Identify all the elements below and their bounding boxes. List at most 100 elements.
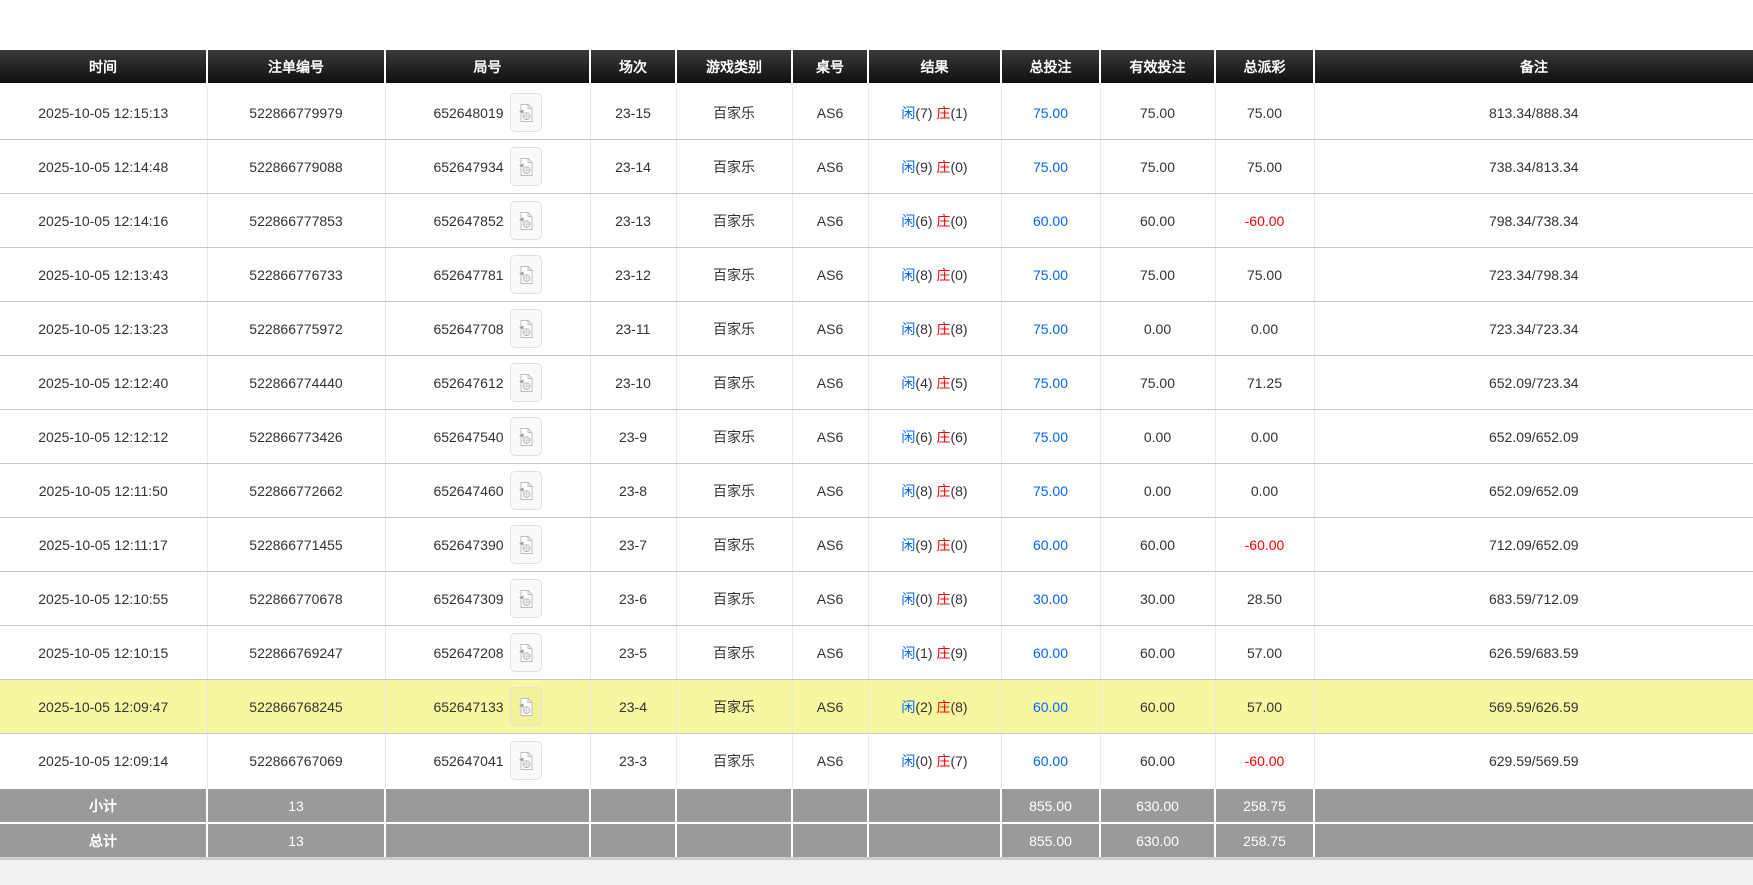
video-replay-button[interactable] [510, 741, 542, 780]
table-row[interactable]: 2025-10-05 12:11:17 522866771455 6526473… [0, 518, 1753, 572]
cell-valid-bet: 75.00 [1100, 356, 1215, 410]
total-bet-link[interactable]: 75.00 [1033, 159, 1068, 175]
summary-empty-session [590, 823, 676, 859]
table-row[interactable]: 2025-10-05 12:13:43 522866776733 6526477… [0, 248, 1753, 302]
total-bet-link[interactable]: 75.00 [1033, 429, 1068, 445]
cell-remark: 629.59/569.59 [1314, 734, 1753, 789]
video-replay-button[interactable] [510, 525, 542, 564]
video-replay-button[interactable] [510, 363, 542, 402]
cell-result: 闲(0) 庄(7) [868, 734, 1001, 789]
summary-count: 13 [207, 823, 385, 859]
cell-table-no: AS6 [792, 410, 868, 464]
video-replay-button[interactable] [510, 687, 542, 726]
result-banker-score: (0) [950, 537, 967, 553]
cell-total-bet: 75.00 [1001, 410, 1100, 464]
cell-session: 23-14 [590, 140, 676, 194]
video-replay-icon [518, 157, 534, 177]
cell-remark: 569.59/626.59 [1314, 680, 1753, 734]
summary-empty-game-type [676, 788, 792, 823]
total-bet-link[interactable]: 60.00 [1033, 699, 1068, 715]
video-replay-button[interactable] [510, 201, 542, 240]
video-replay-button[interactable] [510, 471, 542, 510]
total-bet-link[interactable]: 60.00 [1033, 753, 1068, 769]
result-player-label: 闲 [901, 321, 915, 337]
cell-remark: 738.34/813.34 [1314, 140, 1753, 194]
cell-session: 23-6 [590, 572, 676, 626]
table-row[interactable]: 2025-10-05 12:14:48 522866779088 6526479… [0, 140, 1753, 194]
total-bet-link[interactable]: 75.00 [1033, 375, 1068, 391]
column-header-bet_id: 注单编号 [207, 50, 385, 85]
video-replay-button[interactable] [510, 255, 542, 294]
table-row[interactable]: 2025-10-05 12:14:16 522866777853 6526478… [0, 194, 1753, 248]
result-banker-label: 庄 [936, 645, 950, 661]
cell-round-id: 652647309 [385, 572, 590, 626]
total-bet-link[interactable]: 60.00 [1033, 213, 1068, 229]
cell-total-bet: 60.00 [1001, 734, 1100, 789]
cell-remark: 652.09/723.34 [1314, 356, 1753, 410]
cell-result: 闲(1) 庄(9) [868, 626, 1001, 680]
total-bet-link[interactable]: 60.00 [1033, 645, 1068, 661]
cell-bet-id: 522866779088 [207, 140, 385, 194]
result-banker-label: 庄 [936, 267, 950, 283]
bet-history-page: 时间注单编号局号场次游戏类别桌号结果总投注有效投注总派彩备注 2025-10-0… [0, 0, 1753, 885]
table-header: 时间注单编号局号场次游戏类别桌号结果总投注有效投注总派彩备注 [0, 50, 1753, 85]
cell-result: 闲(2) 庄(8) [868, 680, 1001, 734]
total-bet-link[interactable]: 75.00 [1033, 483, 1068, 499]
cell-table-no: AS6 [792, 356, 868, 410]
video-replay-button[interactable] [510, 417, 542, 456]
table-row[interactable]: 2025-10-05 12:12:40 522866774440 6526476… [0, 356, 1753, 410]
result-banker-score: (5) [950, 375, 967, 391]
result-banker-score: (0) [950, 267, 967, 283]
summary-count: 13 [207, 788, 385, 823]
column-header-result: 结果 [868, 50, 1001, 85]
table-row[interactable]: 2025-10-05 12:09:14 522866767069 6526470… [0, 734, 1753, 789]
cell-time: 2025-10-05 12:09:14 [0, 734, 207, 789]
summary-empty-result [868, 788, 1001, 823]
cell-valid-bet: 60.00 [1100, 734, 1215, 789]
table-row[interactable]: 2025-10-05 12:12:12 522866773426 6526475… [0, 410, 1753, 464]
cell-table-no: AS6 [792, 734, 868, 789]
cell-table-no: AS6 [792, 680, 868, 734]
summary-empty-remark [1314, 788, 1753, 823]
result-player-label: 闲 [901, 699, 915, 715]
summary-payout: 258.75 [1215, 788, 1314, 823]
video-replay-button[interactable] [510, 633, 542, 672]
total-bet-link[interactable]: 75.00 [1033, 267, 1068, 283]
cell-game-type: 百家乐 [676, 572, 792, 626]
video-replay-button[interactable] [510, 147, 542, 186]
cell-total-bet: 75.00 [1001, 302, 1100, 356]
cell-round-id: 652647540 [385, 410, 590, 464]
cell-total-bet: 75.00 [1001, 248, 1100, 302]
total-bet-link[interactable]: 75.00 [1033, 105, 1068, 121]
summary-label: 小计 [0, 788, 207, 823]
cell-time: 2025-10-05 12:13:43 [0, 248, 207, 302]
video-replay-icon [518, 751, 534, 771]
total-bet-link[interactable]: 30.00 [1033, 591, 1068, 607]
cell-total-bet: 60.00 [1001, 518, 1100, 572]
total-bet-link[interactable]: 75.00 [1033, 321, 1068, 337]
table-row[interactable]: 2025-10-05 12:10:15 522866769247 6526472… [0, 626, 1753, 680]
result-player-label: 闲 [901, 537, 915, 553]
table-row[interactable]: 2025-10-05 12:15:13 522866779979 6526480… [0, 85, 1753, 140]
table-row[interactable]: 2025-10-05 12:10:55 522866770678 6526473… [0, 572, 1753, 626]
result-player-label: 闲 [901, 159, 915, 175]
table-row[interactable]: 2025-10-05 12:11:50 522866772662 6526474… [0, 464, 1753, 518]
cell-round-id: 652647852 [385, 194, 590, 248]
cell-time: 2025-10-05 12:14:16 [0, 194, 207, 248]
video-replay-button[interactable] [510, 93, 542, 132]
column-header-round_id: 局号 [385, 50, 590, 85]
cell-valid-bet: 0.00 [1100, 410, 1215, 464]
cell-round-id: 652647781 [385, 248, 590, 302]
total-bet-link[interactable]: 60.00 [1033, 537, 1068, 553]
round-id-text: 652647133 [433, 699, 503, 715]
cell-result: 闲(6) 庄(6) [868, 410, 1001, 464]
column-header-session: 场次 [590, 50, 676, 85]
table-row[interactable]: 2025-10-05 12:13:23 522866775972 6526477… [0, 302, 1753, 356]
cell-total-bet: 75.00 [1001, 356, 1100, 410]
table-row[interactable]: 2025-10-05 12:09:47 522866768245 6526471… [0, 680, 1753, 734]
result-player-score: (9) [915, 537, 932, 553]
cell-result: 闲(0) 庄(8) [868, 572, 1001, 626]
video-replay-button[interactable] [510, 579, 542, 618]
summary-empty-session [590, 788, 676, 823]
video-replay-button[interactable] [510, 309, 542, 348]
